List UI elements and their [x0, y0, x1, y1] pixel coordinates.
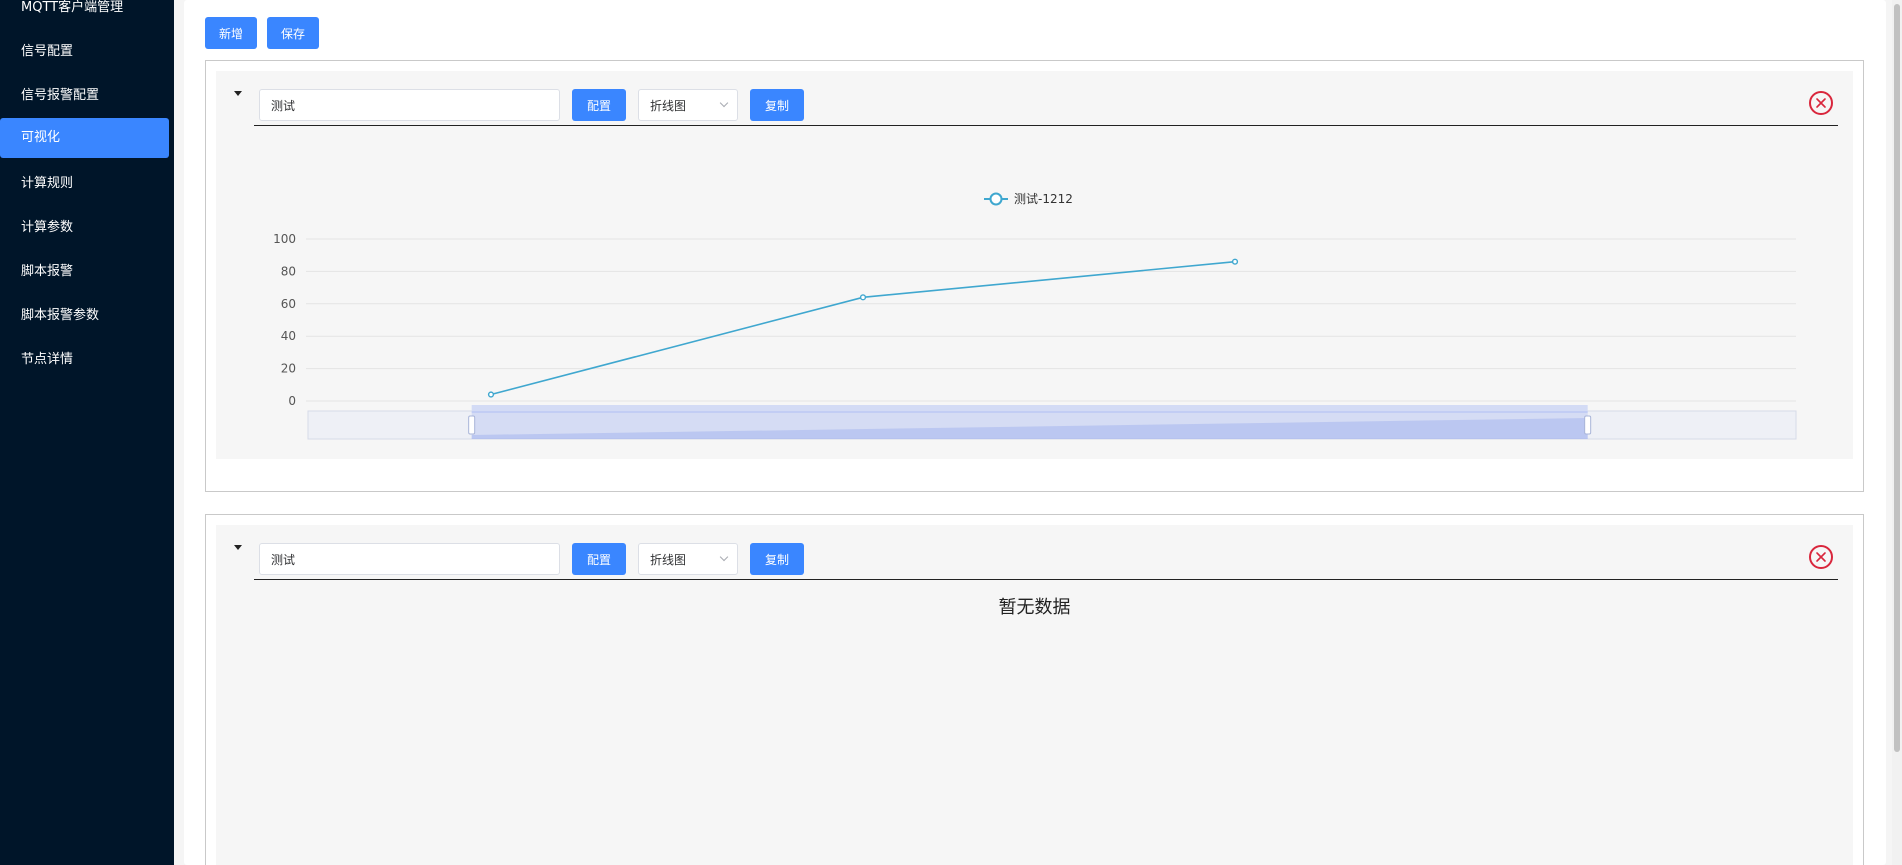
data-point[interactable]: [1231, 258, 1239, 265]
copy-button[interactable]: 复制: [750, 89, 805, 121]
y-tick-label: 0: [288, 394, 296, 408]
legend-marker-icon: [989, 192, 1003, 206]
line-chart: 测试-1212 0 20 40 60 80 100: [216, 131, 1853, 459]
y-tick-label: 80: [281, 264, 296, 278]
zoom-handle-left[interactable]: [468, 415, 476, 435]
chart-legend[interactable]: 测试-1212: [984, 191, 1073, 206]
y-tick-label: 100: [273, 232, 296, 246]
data-point[interactable]: [859, 294, 867, 301]
close-icon[interactable]: [1809, 91, 1833, 115]
chart-toolbar: 配置 折线图 复制: [259, 89, 805, 121]
config-button[interactable]: 配置: [572, 89, 627, 121]
chart-card-1: 配置 折线图 复制 测试-1212 0 20 40 60 80 100: [205, 60, 1864, 492]
toolbar-divider: [254, 579, 1838, 580]
sidebar-item-calc-params[interactable]: 计算参数: [0, 217, 174, 239]
content-panel: 新增 保存 配置 折线图 复制: [184, 0, 1886, 865]
chevron-down-icon: [719, 552, 729, 562]
series-line: [490, 260, 1236, 396]
chart-name-input[interactable]: [259, 543, 560, 575]
chart-card-2: 配置 折线图 复制 暂无数据: [205, 514, 1864, 865]
scrollbar[interactable]: [1892, 0, 1902, 865]
y-axis-ticks: 0 20 40 60 80 100: [273, 232, 296, 408]
sidebar-item-signal-alarm-config[interactable]: 信号报警配置: [0, 85, 174, 107]
config-button[interactable]: 配置: [572, 543, 627, 575]
chart-type-select[interactable]: 折线图: [638, 543, 739, 575]
chart-type-value: 折线图: [650, 98, 687, 113]
data-point[interactable]: [487, 391, 495, 398]
scrollbar-thumb[interactable]: [1894, 4, 1900, 752]
y-tick-label: 20: [281, 362, 296, 376]
main-area: 新增 保存 配置 折线图 复制: [174, 0, 1902, 865]
empty-state-text: 暂无数据: [998, 597, 1071, 618]
sidebar-item-script-alarm[interactable]: 脚本报警: [0, 261, 174, 283]
y-tick-label: 40: [281, 329, 296, 343]
chart-card-body: 配置 折线图 复制 测试-1212 0 20 40 60 80 100: [216, 71, 1853, 459]
sidebar-item-script-alarm-params[interactable]: 脚本报警参数: [0, 305, 174, 327]
toolbar-divider: [254, 125, 1838, 126]
sidebar-menu: MQTT客户端管理 信号配置 信号报警配置 可视化 计算规则 计算参数 脚本报警…: [0, 0, 174, 371]
legend-label: 测试-1212: [1014, 191, 1073, 206]
save-button[interactable]: 保存: [267, 17, 320, 49]
sidebar-item-visualization[interactable]: 可视化: [0, 118, 169, 158]
chart-card-body: 配置 折线图 复制 暂无数据: [216, 525, 1853, 865]
sidebar-item-node-detail[interactable]: 节点详情: [0, 349, 174, 371]
chart-name-input[interactable]: [259, 89, 560, 121]
chevron-down-icon: [719, 98, 729, 108]
chart-type-value: 折线图: [650, 552, 687, 567]
sidebar: MQTT客户端管理 信号配置 信号报警配置 可视化 计算规则 计算参数 脚本报警…: [0, 0, 174, 865]
add-button[interactable]: 新增: [205, 17, 258, 49]
collapse-caret-icon[interactable]: [234, 545, 242, 550]
line-chart-svg: 测试-1212 0 20 40 60 80 100: [273, 191, 1797, 440]
zoom-handle-right[interactable]: [1584, 415, 1592, 435]
sidebar-item-signal-config[interactable]: 信号配置: [0, 41, 174, 63]
copy-button[interactable]: 复制: [750, 543, 805, 575]
close-icon[interactable]: [1809, 545, 1833, 569]
chart-toolbar: 配置 折线图 复制: [259, 543, 805, 575]
chart-series: [487, 258, 1239, 398]
top-actions: 新增 保存: [205, 17, 320, 49]
y-tick-label: 60: [281, 297, 296, 311]
chart-type-select[interactable]: 折线图: [638, 89, 739, 121]
data-zoom-slider[interactable]: [307, 405, 1797, 440]
chart-grid: [306, 238, 1796, 402]
sidebar-item-calc-rules[interactable]: 计算规则: [0, 173, 174, 195]
sidebar-item-mqtt-client[interactable]: MQTT客户端管理: [0, 0, 174, 19]
collapse-caret-icon[interactable]: [234, 91, 242, 96]
